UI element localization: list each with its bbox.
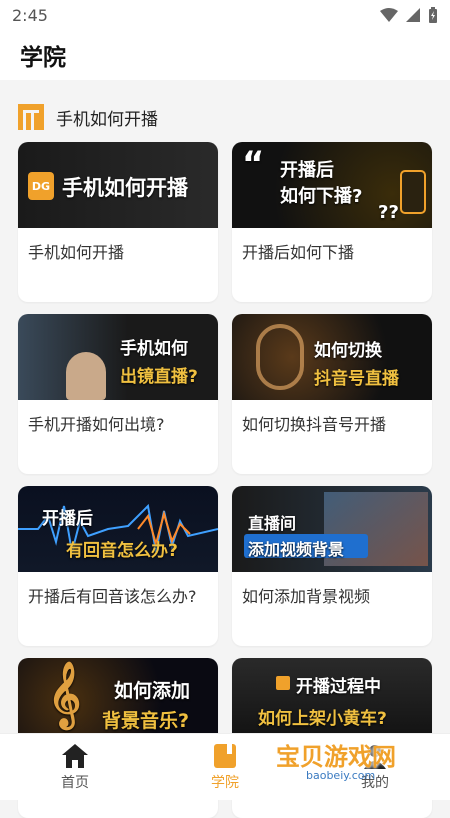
status-time: 2:45 — [12, 5, 48, 25]
question-mark: ?? — [378, 202, 399, 223]
course-title: 开播后有回音该怎么办? — [28, 587, 197, 606]
home-icon — [62, 743, 88, 768]
course-thumbnail: 如何切换 抖音号直播 — [232, 314, 432, 400]
course-card[interactable]: 开播后 有回音怎么办? 开播后有回音该怎么办? — [18, 486, 218, 646]
course-card[interactable]: DG 手机如何开播 手机如何开播 — [18, 142, 218, 302]
section-logo-icon — [18, 104, 44, 130]
thumbnail-caption-line1: 开播过程中 — [296, 677, 381, 697]
nav-home[interactable]: 首页 — [0, 734, 150, 800]
signal-icon — [406, 8, 420, 22]
thumbnail-caption: 手机如何开播 — [62, 176, 188, 200]
status-bar: 2:45 — [0, 0, 450, 30]
nav-home-label: 首页 — [61, 774, 89, 791]
course-thumbnail: 手机如何 出镜直播? — [18, 314, 218, 400]
watermark: 宝贝游戏网 baobeiy.com — [272, 735, 432, 790]
section-title: 手机如何开播 — [56, 109, 158, 130]
course-title: 手机开播如何出境? — [28, 415, 165, 434]
app-header: 学院 — [0, 30, 450, 80]
thumbnail-caption-line1: 开播后 — [280, 160, 334, 181]
course-card[interactable]: 如何切换 抖音号直播 如何切换抖音号开播 — [232, 314, 432, 474]
course-thumbnail: 开播过程中 如何上架小黄车? — [232, 658, 432, 744]
wifi-icon — [380, 8, 398, 22]
course-card[interactable]: “ 开播后 如何下播? ?? 开播后如何下播 — [232, 142, 432, 302]
nav-academy-label: 学院 — [211, 774, 239, 791]
course-thumbnail: “ 开播后 如何下播? ?? — [232, 142, 432, 228]
watermark-url: baobeiy.com — [306, 769, 376, 782]
course-title: 如何添加背景视频 — [242, 587, 371, 606]
thumbnail-caption-line1: 如何切换 — [314, 341, 382, 361]
course-section: 手机如何开播 DG 手机如何开播 手机如何开播 “ 开播后 如何下播? ?? 开… — [0, 90, 450, 818]
thumbnail-caption-line2: 背景音乐? — [102, 710, 190, 732]
system-icons — [380, 7, 438, 23]
brand-logo: DG — [28, 172, 54, 200]
thumbnail-caption-line2: 如何上架小黄车? — [258, 709, 387, 729]
battery-icon — [429, 7, 437, 23]
course-thumbnail: 开播后 有回音怎么办? — [18, 486, 218, 572]
course-card[interactable]: 直播间 添加视频背景 如何添加背景视频 — [232, 486, 432, 646]
thumbnail-caption-line2: 如何下播? — [280, 186, 363, 207]
brand-logo-text: DG — [31, 179, 51, 193]
course-thumbnail: DG 手机如何开播 — [18, 142, 218, 228]
page-title: 学院 — [20, 45, 66, 71]
thumbnail-caption-line1: 开播后 — [42, 509, 93, 529]
thumbnail-caption-line2: 抖音号直播 — [314, 369, 399, 389]
thumbnail-caption-line2: 添加视频背景 — [248, 540, 345, 559]
course-title: 手机如何开播 — [28, 243, 125, 262]
course-card[interactable]: 手机如何 出镜直播? 手机开播如何出境? — [18, 314, 218, 474]
watermark-text: 宝贝游戏网 — [276, 743, 396, 771]
thumbnail-caption-line1: 直播间 — [248, 514, 297, 533]
thumbnail-caption-line2: 出镜直播? — [120, 367, 198, 387]
course-title: 如何切换抖音号开播 — [242, 415, 387, 434]
tiktok-logo-icon — [256, 324, 304, 390]
thumbnail-caption-line2: 有回音怎么办? — [66, 541, 178, 561]
course-thumbnail: 𝄞 如何添加 背景音乐? — [18, 658, 218, 744]
course-title: 开播后如何下播 — [242, 243, 355, 262]
cart-icon — [276, 676, 290, 690]
music-note-icon: 𝄞 — [48, 662, 82, 727]
thumbnail-caption-line1: 手机如何 — [120, 339, 188, 359]
phone-illustration-icon — [400, 170, 426, 214]
course-thumbnail: 直播间 添加视频背景 — [232, 486, 432, 572]
quote-mark: “ — [242, 144, 265, 184]
book-icon — [214, 743, 236, 768]
section-header: 手机如何开播 — [18, 104, 158, 130]
presenter-image — [66, 352, 106, 400]
thumbnail-caption-line1: 如何添加 — [114, 680, 191, 702]
